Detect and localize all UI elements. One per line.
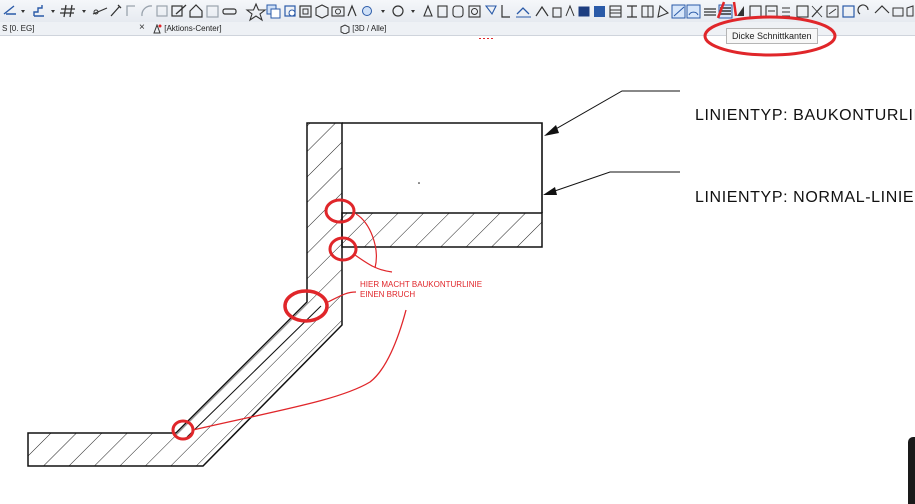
markup-note-line-1: HIER MACHT BAUKONTURLINIE xyxy=(360,280,483,289)
label-normal-linie: LINIENTYP: NORMAL-LINIE xyxy=(695,189,915,206)
markup-circle-toolbar xyxy=(703,15,837,57)
slab-section xyxy=(341,212,543,248)
leader-bottom xyxy=(543,171,680,195)
upper-box xyxy=(342,122,543,213)
point-marker xyxy=(418,182,420,184)
markup-stroke-2 xyxy=(354,254,393,273)
drawing-canvas[interactable] xyxy=(0,0,915,504)
leader-top xyxy=(544,90,680,136)
label-baukonturlinie: LINIENTYP: BAUKONTURLINIE xyxy=(695,107,915,124)
markup-stroke-toolbar xyxy=(716,1,738,19)
markup-note: HIER MACHT BAUKONTURLINIE EINEN BRUCH xyxy=(360,280,482,300)
baukontur-line xyxy=(342,122,543,213)
window-edge xyxy=(908,437,915,504)
inner-line xyxy=(186,305,322,438)
markup-note-line-2: EINEN BRUCH xyxy=(360,290,416,299)
slab-hatch-fill xyxy=(341,212,543,248)
